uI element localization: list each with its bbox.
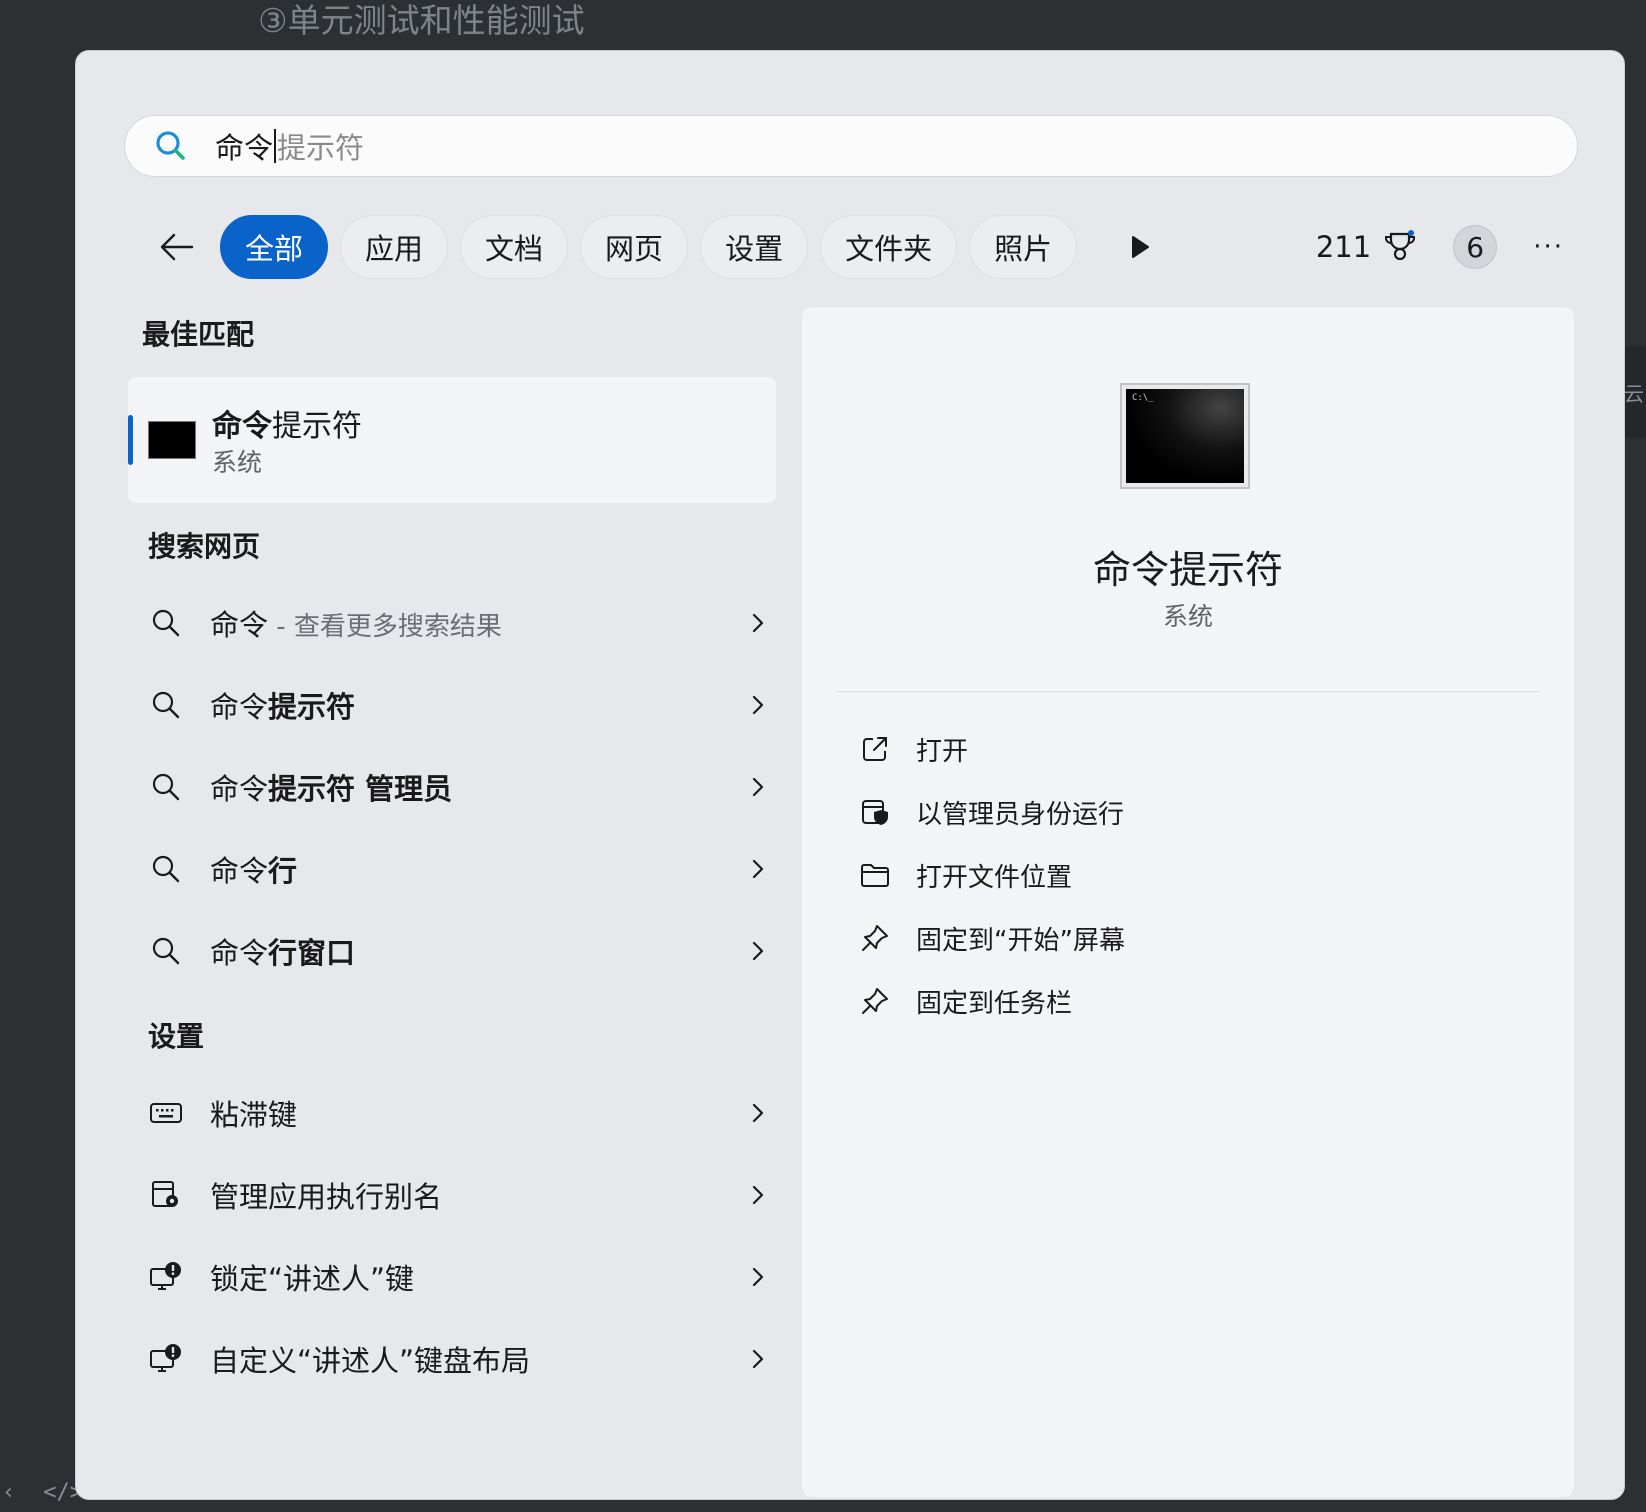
web-result-label: 命令提示符 管理员 [210,772,453,806]
best-match-title: 命令提示符 [212,409,362,444]
action-open-file-location-label: 打开文件位置 [916,862,1073,893]
search-window: 命令 提示符 全部 应用 文档 网页 设置 文件夹 照片 211 6 ··· 最… [75,50,1625,1500]
play-icon [1132,236,1150,258]
action-pin-to-taskbar-label: 固定到任务栏 [916,988,1073,1019]
background-document-title: ③单元测试和性能测试 [258,1,585,40]
settings-result-label: 锁定“讲述人”键 [210,1262,415,1296]
back-button[interactable] [156,226,198,268]
settings-result-row[interactable]: 锁定“讲述人”键 [148,1247,808,1307]
web-result-row[interactable]: 命令行窗口 [148,921,808,981]
detail-title: 命令提示符 [1092,548,1283,592]
chevron-right-icon [752,941,764,961]
best-match-item[interactable]: 命令提示符 系统 [128,377,776,503]
more-options-button[interactable]: ··· [1533,232,1564,262]
rewards-trophy-icon [1385,230,1416,261]
chevron-right-icon [752,1267,764,1287]
tab-apps[interactable]: 应用 [340,215,449,279]
best-match-subtitle: 系统 [212,448,263,477]
shield-icon [858,795,892,829]
more-filters-button[interactable] [1125,232,1155,262]
search-icon [148,769,184,805]
web-result-row[interactable]: 命令提示符 [148,675,808,735]
settings-result-row[interactable]: 自定义“讲述人”键盘布局 [148,1329,808,1389]
open-external-icon [858,732,892,766]
tab-documents[interactable]: 文档 [460,215,569,279]
tab-photos[interactable]: 照片 [969,215,1078,279]
action-open[interactable]: 打开 [858,727,968,771]
chevron-right-icon [752,777,764,797]
detail-subtitle: 系统 [1162,602,1213,631]
detail-divider [836,691,1540,692]
action-pin-to-taskbar[interactable]: 固定到任务栏 [858,979,1072,1023]
settings-result-label: 管理应用执行别名 [210,1180,443,1214]
pin-icon [858,921,892,955]
search-icon [148,851,184,887]
action-open-label: 打开 [916,736,969,767]
background-bottom-icon-1[interactable]: ‹ [2,1480,15,1505]
account-badge[interactable]: 6 [1453,225,1498,269]
settings-result-label: 粘滞键 [210,1098,298,1132]
settings-result-row[interactable]: 管理应用执行别名 [148,1165,808,1225]
chevron-right-icon [752,695,764,715]
background-side-tab[interactable]: 云 [1622,346,1646,438]
arrow-left-icon [160,233,194,261]
chevron-right-icon [752,1103,764,1123]
pin-icon [858,984,892,1018]
web-search-header: 搜索网页 [148,530,261,563]
web-result-label: 命令行 [210,854,298,888]
command-prompt-large-icon: C:\_ [1120,383,1250,489]
detail-panel: C:\_ 命令提示符 系统 打开 以管理员身份运行 打开文件位置 固定到“开始”… [802,307,1574,1497]
action-pin-to-start-label: 固定到“开始”屏幕 [916,925,1125,956]
action-pin-to-start[interactable]: 固定到“开始”屏幕 [858,916,1125,960]
search-input[interactable]: 命令 提示符 [124,115,1578,177]
search-icon [148,687,184,723]
web-result-label: 命令 - 查看更多搜索结果 [210,608,502,642]
chevron-right-icon [752,1349,764,1369]
chevron-right-icon [752,859,764,879]
search-icon [156,131,185,160]
command-prompt-icon [148,421,196,459]
rewards-points-value: 211 [1315,230,1372,264]
narrator-icon [148,1259,184,1295]
chevron-right-icon [752,1185,764,1205]
keyboard-icon [148,1095,184,1131]
settings-result-label: 自定义“讲述人”键盘布局 [210,1344,531,1378]
folder-icon [858,858,892,892]
chevron-right-icon [752,613,764,633]
selection-indicator [128,415,133,465]
rewards-points[interactable]: 211 [1316,230,1417,264]
action-run-as-admin-label: 以管理员身份运行 [916,799,1125,830]
web-result-row[interactable]: 命令 - 查看更多搜索结果 [148,593,808,653]
web-result-row[interactable]: 命令行 [148,839,808,899]
search-autocomplete: 提示符 [277,131,365,165]
tab-web[interactable]: 网页 [580,215,689,279]
web-result-label: 命令提示符 [210,690,356,724]
action-open-file-location[interactable]: 打开文件位置 [858,853,1072,897]
best-match-header: 最佳匹配 [142,318,255,351]
narrator-icon [148,1341,184,1377]
text-caret [274,129,277,163]
tab-folders[interactable]: 文件夹 [820,215,958,279]
app-settings-icon [148,1177,184,1213]
search-typed-text: 命令 [215,131,274,165]
web-result-row[interactable]: 命令提示符 管理员 [148,757,808,817]
tab-all[interactable]: 全部 [220,215,329,279]
search-query: 命令 提示符 [215,125,364,167]
settings-result-row[interactable]: 粘滞键 [148,1083,808,1143]
settings-header: 设置 [148,1020,205,1053]
filter-bar: 全部 应用 文档 网页 设置 文件夹 照片 211 6 ··· [156,213,1584,281]
tab-settings[interactable]: 设置 [700,215,809,279]
web-result-label: 命令行窗口 [210,936,356,970]
search-icon [148,933,184,969]
action-run-as-admin[interactable]: 以管理员身份运行 [858,790,1124,834]
search-icon [148,605,184,641]
